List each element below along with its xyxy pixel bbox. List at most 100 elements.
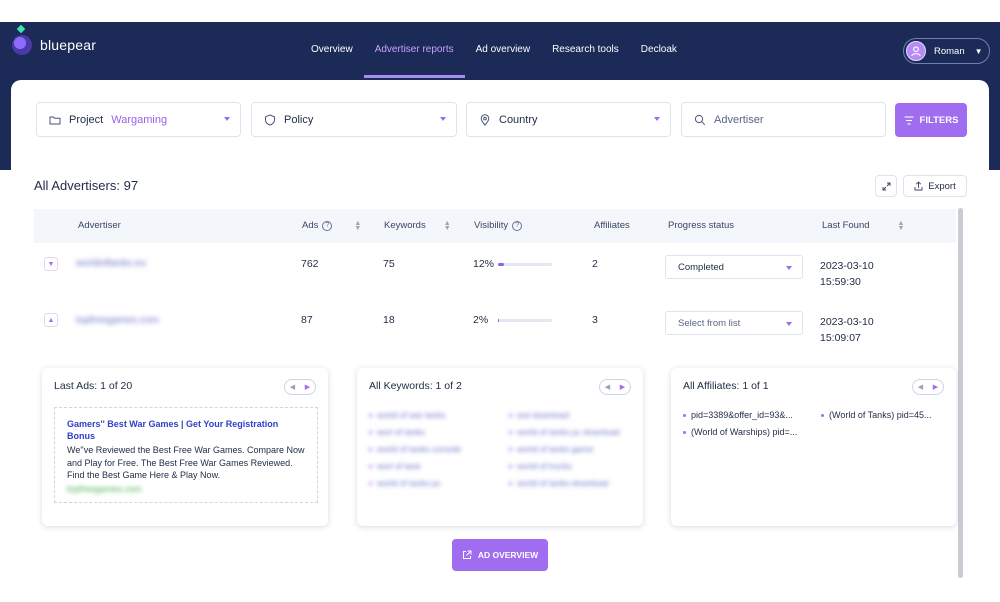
search-icon xyxy=(694,114,706,126)
country-label: Country xyxy=(499,113,538,126)
user-name: Roman xyxy=(934,45,965,57)
row-collapse-button[interactable]: ▲ xyxy=(44,313,58,327)
advertiser-link[interactable]: topfreegames.com xyxy=(76,315,159,326)
external-link-icon xyxy=(462,550,472,559)
visibility-value: 2% xyxy=(473,314,489,326)
visibility-bar xyxy=(498,263,552,266)
affiliate-item[interactable]: (World of Tanks) pid=45... xyxy=(821,410,931,420)
project-value: Wargaming xyxy=(111,113,168,126)
column-header-progress: Progress status xyxy=(668,220,734,231)
brand-logo[interactable]: bluepear xyxy=(12,24,97,55)
column-header-affiliates: Affiliates xyxy=(594,220,630,231)
affiliate-item[interactable]: (World of Warships) pid=... xyxy=(683,427,797,437)
page-title: All Advertisers: 97 xyxy=(34,178,139,193)
advertiser-search[interactable]: Advertiser xyxy=(681,102,886,137)
keyword-item: world of tanks pc xyxy=(369,478,441,488)
column-header-visibility[interactable]: Visibility ? xyxy=(474,220,523,231)
visibility-bar-fill xyxy=(498,263,505,266)
export-button[interactable]: Export xyxy=(903,175,967,197)
nav-ad-overview[interactable]: Ad overview xyxy=(465,22,541,78)
caret-down-icon xyxy=(786,322,792,326)
sort-icon[interactable]: ▲ ▼ xyxy=(898,220,905,232)
last-ads-card: Last Ads: 1 of 20 ◀ ▶ Gamers'' Best War … xyxy=(42,368,328,526)
column-header-ads[interactable]: Ads ? ▲ ▼ xyxy=(302,220,361,232)
project-label: Project xyxy=(69,113,104,126)
last-found: 2023-03-10 15:09:07 xyxy=(820,316,874,344)
chevron-right-icon[interactable]: ▶ xyxy=(305,383,310,391)
location-pin-icon xyxy=(479,113,491,126)
nav-decloak[interactable]: Decloak xyxy=(630,22,688,78)
filters-button[interactable]: FILTERS xyxy=(895,103,967,137)
nav-overview[interactable]: Overview xyxy=(300,22,364,78)
filters-button-label: FILTERS xyxy=(919,114,959,126)
progress-status-select[interactable]: Select from list xyxy=(665,311,803,335)
user-icon xyxy=(911,46,921,57)
advertiser-search-placeholder: Advertiser xyxy=(714,113,764,126)
chevron-down-icon: ▼ xyxy=(974,46,983,56)
user-menu[interactable]: Roman ▼ xyxy=(903,38,990,64)
column-header-keywords[interactable]: Keywords ▲ ▼ xyxy=(384,220,451,232)
card-pager[interactable]: ◀ ▶ xyxy=(599,379,631,395)
ad-overview-label: AD OVERVIEW xyxy=(477,550,539,560)
ad-overview-button[interactable]: AD OVERVIEW xyxy=(452,539,548,571)
last-found: 2023-03-10 15:59:30 xyxy=(820,260,874,288)
card-pager[interactable]: ◀ ▶ xyxy=(912,379,944,395)
filter-lines-icon xyxy=(904,115,914,125)
affiliates-count: 2 xyxy=(592,258,598,270)
chevron-down-icon: ▼ xyxy=(47,260,55,268)
chevron-right-icon[interactable]: ▶ xyxy=(620,383,625,391)
chevron-left-icon[interactable]: ◀ xyxy=(290,383,295,391)
avatar xyxy=(906,41,926,61)
visibility-value: 12% xyxy=(473,258,495,270)
logo-icon xyxy=(12,24,32,55)
keyword-item: world of tanks console xyxy=(369,444,461,454)
caret-down-icon xyxy=(224,117,230,121)
app-frame: AI TALENT SPACE AI TALENT SPACE AI TALEN… xyxy=(0,0,1000,601)
keyword-item: world of tanks download xyxy=(509,478,608,488)
project-filter[interactable]: Project Wargaming xyxy=(36,102,241,137)
ad-description: We''ve Reviewed the Best Free War Games.… xyxy=(67,445,305,480)
chevron-left-icon[interactable]: ◀ xyxy=(918,383,923,391)
nav-research-tools[interactable]: Research tools xyxy=(541,22,630,78)
brand-name: bluepear xyxy=(40,37,97,53)
help-icon[interactable]: ? xyxy=(322,220,333,231)
keyword-item: world of trucks xyxy=(509,461,572,471)
scrollbar[interactable] xyxy=(958,208,963,578)
card-title: Last Ads: 1 of 20 xyxy=(54,380,133,392)
progress-status-select[interactable]: Completed xyxy=(665,255,803,279)
help-icon[interactable]: ? xyxy=(512,220,523,231)
fullscreen-button[interactable] xyxy=(875,175,897,197)
ads-count: 762 xyxy=(301,258,319,270)
column-header-last-found[interactable]: Last Found ▲ ▼ xyxy=(822,220,905,232)
sort-icon[interactable]: ▲ ▼ xyxy=(444,220,451,232)
keyword-item: world of tanks game xyxy=(509,444,593,454)
main-nav: Overview Advertiser reports Ad overview … xyxy=(300,22,688,78)
export-icon xyxy=(914,181,923,191)
chevron-up-icon: ▲ xyxy=(47,316,55,324)
chevron-right-icon[interactable]: ▶ xyxy=(933,383,938,391)
card-pager[interactable]: ◀ ▶ xyxy=(284,379,316,395)
country-filter[interactable]: Country xyxy=(466,102,671,137)
keywords-count: 18 xyxy=(383,314,395,326)
affiliate-item[interactable]: pid=3389&offer_id=93&... xyxy=(683,410,793,420)
policy-filter[interactable]: Policy xyxy=(251,102,457,137)
ads-count: 87 xyxy=(301,314,313,326)
expand-icon xyxy=(882,182,890,190)
ad-preview: Gamers'' Best War Games | Get Your Regis… xyxy=(54,407,318,503)
ad-url[interactable]: topfreegames.com xyxy=(67,484,305,494)
keyword-item: world of war tanks xyxy=(369,410,446,420)
keywords-card: All Keywords: 1 of 2 ◀ ▶ world of war ta… xyxy=(357,368,643,526)
folder-icon xyxy=(49,114,61,126)
sort-icon[interactable]: ▲ ▼ xyxy=(354,220,361,232)
policy-label: Policy xyxy=(284,113,314,126)
card-title: All Keywords: 1 of 2 xyxy=(369,380,462,392)
caret-down-icon xyxy=(440,117,446,121)
ad-title[interactable]: Gamers'' Best War Games | Get Your Regis… xyxy=(67,418,305,442)
advertiser-link[interactable]: worldoftanks.eu xyxy=(76,258,146,269)
keyword-item: world of tanks pc download xyxy=(509,427,620,437)
nav-advertiser-reports[interactable]: Advertiser reports xyxy=(363,22,465,78)
row-expand-button[interactable]: ▼ xyxy=(44,257,58,271)
chevron-left-icon[interactable]: ◀ xyxy=(605,383,610,391)
shield-icon xyxy=(264,113,276,126)
caret-down-icon xyxy=(654,117,660,121)
